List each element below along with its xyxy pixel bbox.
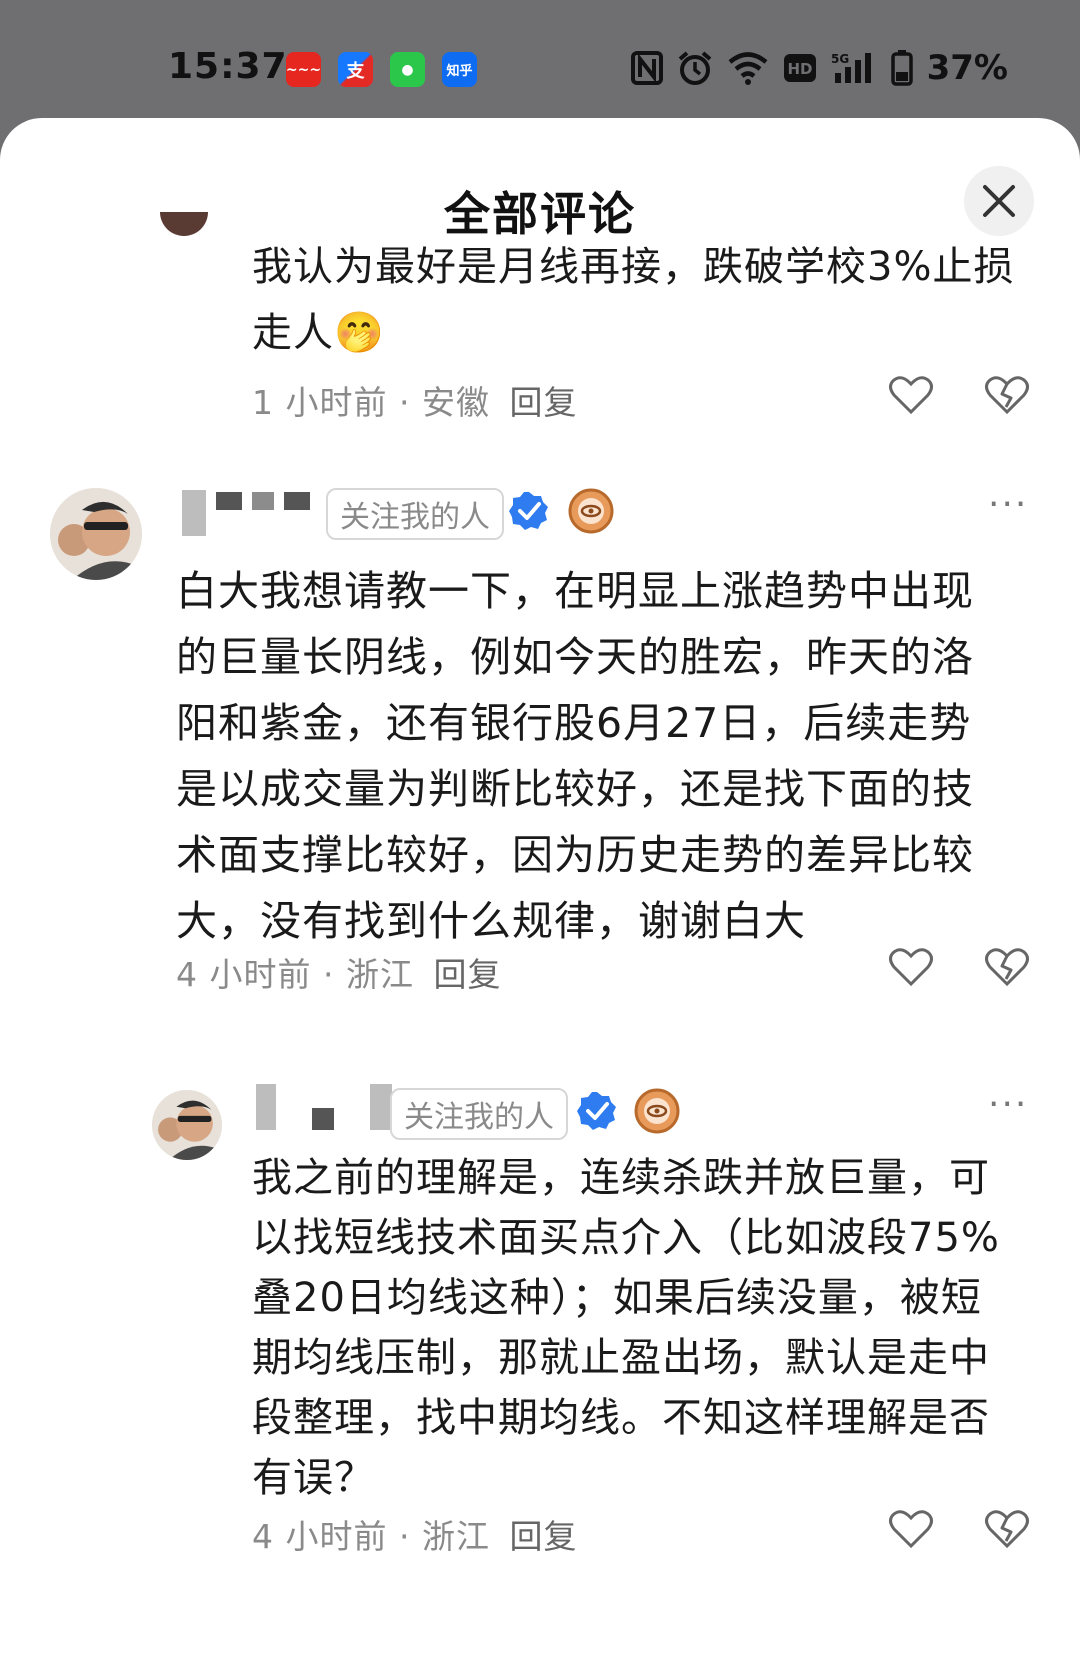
hd-icon: HD [783, 53, 817, 83]
battery-icon [890, 50, 913, 86]
notification-app-icons: ~~~ 支 ● 知乎 [286, 52, 477, 87]
nfc-icon [630, 51, 663, 85]
alipay-icon: 支 [338, 52, 373, 87]
like-icon[interactable] [888, 944, 934, 990]
username-redacted[interactable] [182, 490, 310, 536]
close-button[interactable] [964, 166, 1034, 236]
avatar-image [152, 1090, 222, 1160]
more-options-button[interactable]: ··· [988, 484, 1028, 525]
wifi-icon [727, 51, 769, 85]
dislike-icon[interactable] [984, 372, 1030, 418]
avatar[interactable] [50, 488, 142, 580]
like-icon[interactable] [888, 1506, 934, 1552]
verified-icon [577, 1092, 616, 1130]
username-redacted[interactable] [256, 1084, 392, 1130]
avatar-image [50, 488, 142, 580]
follower-tag: 关注我的人 [390, 1088, 568, 1140]
comment-meta: 4 小时前 · 浙江 回复 [252, 1510, 577, 1558]
follower-tag: 关注我的人 [326, 488, 504, 540]
level-badge-icon [568, 488, 614, 534]
avatar[interactable] [152, 1090, 222, 1160]
dislike-icon[interactable] [984, 1506, 1030, 1552]
messages-icon: ● [390, 52, 425, 87]
alarm-icon [677, 50, 713, 86]
svg-text:HD: HD [787, 60, 812, 78]
battery-percent: 37% [926, 48, 1008, 88]
system-status-icons: HD 5G 37% [630, 48, 1008, 88]
comment-time-location: 4 小时前 · 浙江 [176, 955, 414, 994]
more-options-button[interactable]: ··· [988, 1084, 1028, 1125]
svg-text:5G: 5G [831, 52, 849, 66]
reply-button[interactable]: 回复 [509, 383, 577, 422]
status-bar: 15:37 ~~~ 支 ● 知乎 HD 5G 37% [0, 0, 1080, 120]
signal-5g-icon: 5G [831, 51, 877, 85]
comment-text: 白大我想请教一下，在明显上涨趋势中出现 的巨量长阴线，例如今天的胜宏，昨天的洛 … [176, 567, 974, 945]
comment-meta: 4 小时前 · 浙江 回复 [176, 948, 501, 996]
verified-icon [509, 492, 548, 530]
app-notification-icon: ~~~ [286, 52, 321, 87]
reply-button[interactable]: 回复 [433, 955, 501, 994]
zhihu-icon: 知乎 [442, 52, 477, 87]
comment-text: 我认为最好是月线再接，跌破学校3%止损 走人🤭 [252, 244, 1015, 356]
comment-text: 我之前的理解是，连续杀跌并放巨量，可 以找短线技术面买点介入（比如波段75% 叠… [252, 1155, 1000, 1501]
status-time: 15:37 [168, 46, 288, 87]
close-icon [983, 185, 1015, 217]
comments-sheet: 全部评论 我认为最好是月线再接，跌破学校3%止损 走人🤭 1 小时前 · 安徽 … [0, 118, 1080, 1658]
like-icon[interactable] [888, 372, 934, 418]
comment-time-location: 4 小时前 · 浙江 [252, 1517, 490, 1556]
level-badge-icon [634, 1088, 680, 1134]
comment-time-location: 1 小时前 · 安徽 [252, 383, 490, 422]
dislike-icon[interactable] [984, 944, 1030, 990]
reply-button[interactable]: 回复 [509, 1517, 577, 1556]
comment-meta: 1 小时前 · 安徽 回复 [252, 376, 577, 424]
